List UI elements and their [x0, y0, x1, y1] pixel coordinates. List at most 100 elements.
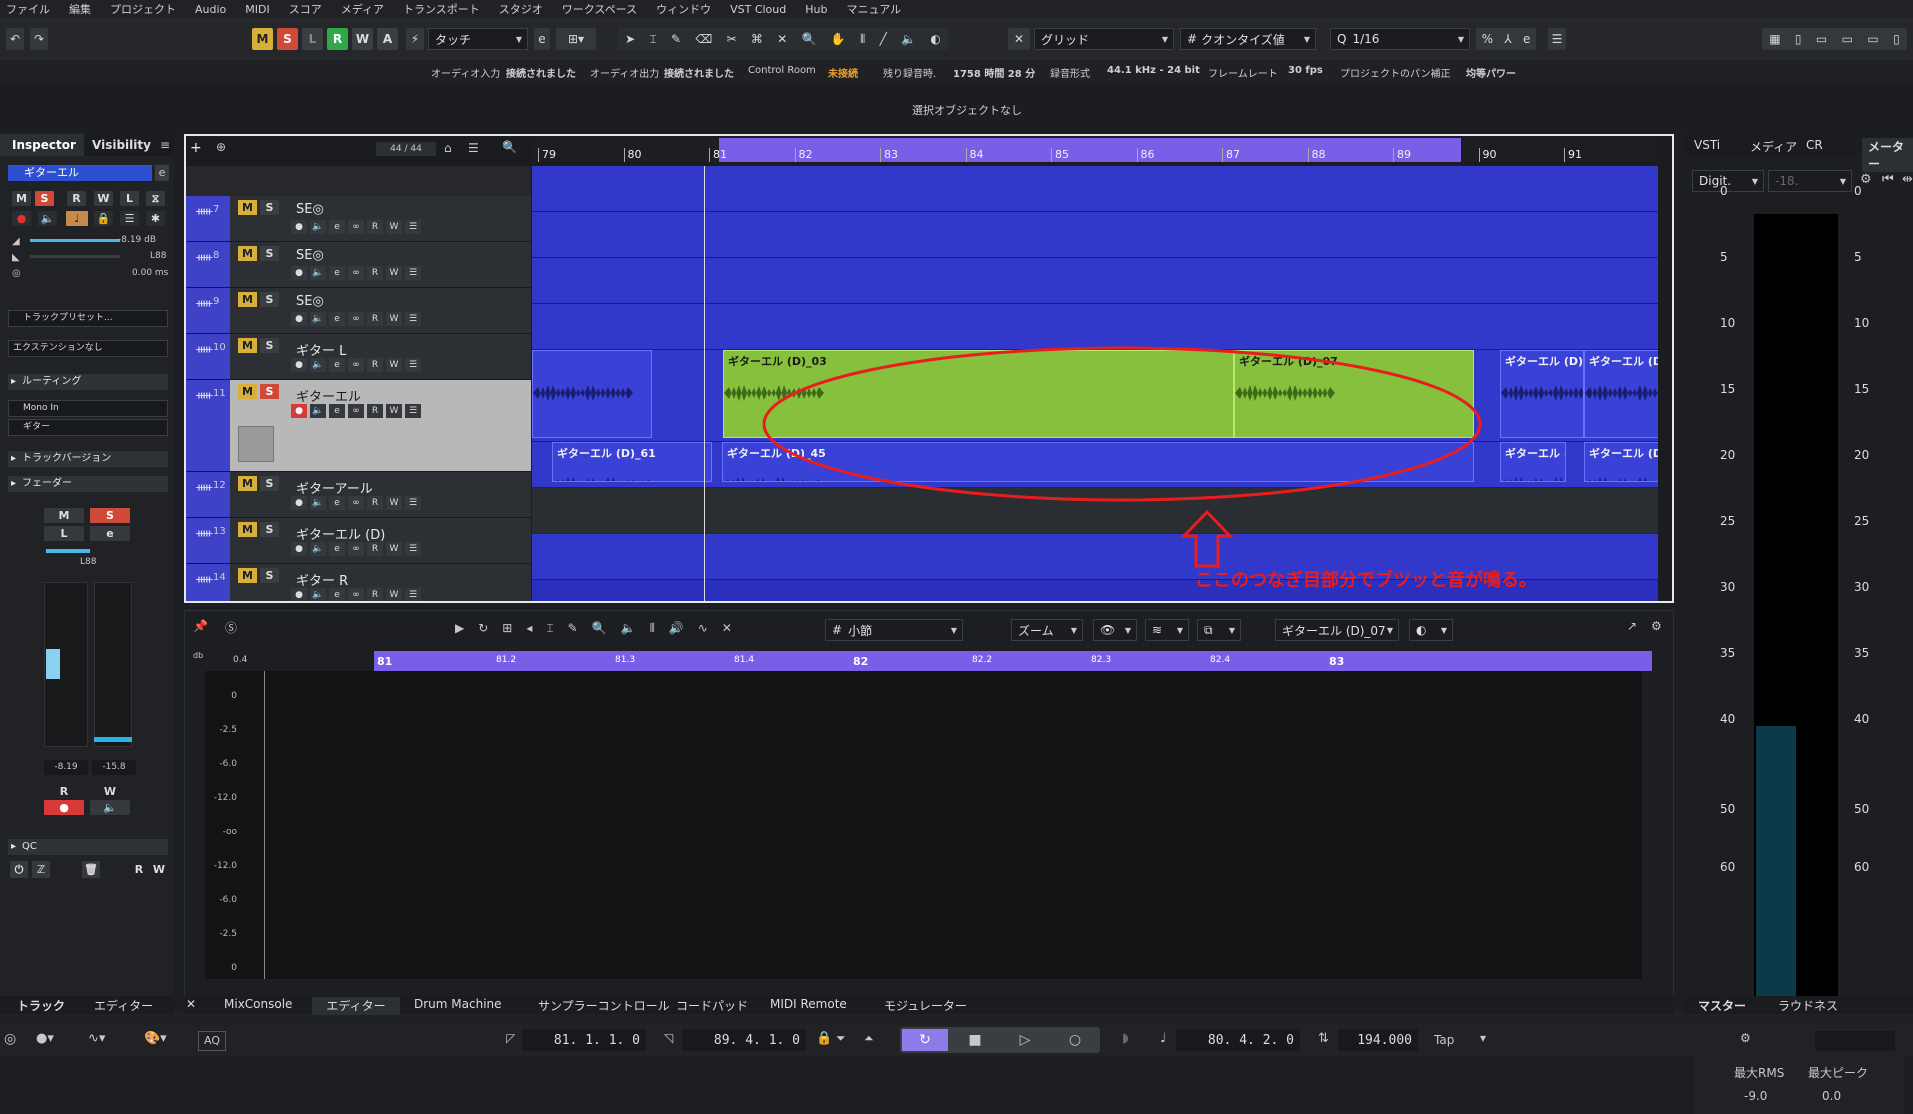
color-icon[interactable]: ◐ [930, 32, 940, 46]
pin-icon[interactable]: 📌 [193, 619, 208, 633]
percent-icon[interactable]: % [1482, 32, 1493, 46]
redo-icon[interactable]: ↷ [30, 28, 48, 50]
meter-expand-icon[interactable]: ⇹ [1902, 172, 1913, 187]
monitor-icon[interactable]: 🔈 [310, 404, 326, 418]
track-solo-button[interactable]: S [260, 568, 279, 583]
menu-item[interactable]: Hub [805, 3, 827, 16]
insp-settings-icon[interactable]: ✱ [146, 211, 165, 226]
track-mute-button[interactable]: M [238, 384, 257, 399]
menu-item[interactable]: メディア [341, 1, 384, 17]
monitor-icon[interactable]: 🔈 [310, 588, 326, 601]
mode-button[interactable]: S [277, 28, 298, 50]
automation-mode-select[interactable]: タッチ [428, 28, 528, 50]
link-lanes-icon[interactable]: ∞ [348, 312, 364, 326]
editor-speaker-icon[interactable]: 🔊 [669, 621, 684, 635]
edit-channel-icon[interactable]: e [329, 496, 345, 510]
record-enable-icon[interactable]: ● [291, 588, 307, 601]
meter-tab[interactable]: メーター [1862, 138, 1913, 172]
track-menu-icon[interactable]: ☰ [405, 266, 421, 280]
track-header[interactable]: ᚔ 11 M S ギターエル ● 🔈 e ∞ R W ☰ [186, 380, 531, 472]
insp-freeze-icon[interactable]: ⧖ [146, 191, 165, 206]
audio-event[interactable]: ギターエル (D)_07 [1500, 350, 1584, 438]
qc-read-button[interactable]: R [130, 861, 148, 878]
fader-read-button[interactable]: R [44, 784, 84, 799]
punch-in-icon[interactable]: ⏷ [836, 1031, 846, 1046]
link-lanes-icon[interactable]: ∞ [348, 220, 364, 234]
read-button[interactable]: R [367, 358, 383, 372]
tab-loudness[interactable]: ラウドネス [1778, 997, 1838, 1015]
cycle-range[interactable] [719, 138, 1461, 162]
qc-section[interactable]: QC [8, 839, 168, 855]
track-lane[interactable] [532, 488, 1658, 534]
track-header[interactable]: ᚔ 10 M S ギター L ● 🔈 e ∞ R W ☰ [186, 334, 531, 380]
punch-icon[interactable]: ◗ [1122, 1031, 1129, 1046]
menu-item[interactable]: マニュアル [846, 1, 901, 17]
read-button[interactable]: R [367, 266, 383, 280]
fader-write-button[interactable]: W [90, 784, 130, 799]
track-menu-icon[interactable]: ☰ [405, 542, 421, 556]
qc-power-icon[interactable]: ⏻ [10, 861, 28, 878]
loop-icon[interactable]: ↻ [478, 621, 488, 635]
editor-pencil-icon[interactable]: ✎ [568, 621, 578, 635]
metronome-icon[interactable]: ♩ [1160, 1031, 1166, 1046]
track-name[interactable]: SE◎ [296, 202, 324, 217]
right-locator[interactable]: 89. 4. 1. 0 [682, 1029, 806, 1051]
layout-c-icon[interactable]: ▭ [1867, 32, 1878, 46]
menu-item[interactable]: ウィンドウ [656, 1, 711, 17]
record-enable-icon[interactable]: ● [291, 542, 307, 556]
track-name[interactable]: ギターアール [296, 478, 373, 497]
fader-section[interactable]: フェーダー [8, 476, 168, 492]
editor-event-select[interactable]: ギターエル (D)_07 [1275, 619, 1399, 641]
waveform-area[interactable] [205, 671, 1642, 979]
wave-mode-icon[interactable]: ∿▾ [88, 1031, 105, 1046]
edit-channel-icon[interactable]: e [329, 588, 345, 601]
quantize-value-select[interactable]: Q 1/16 [1330, 28, 1470, 50]
fader-mute-button[interactable]: M [44, 508, 84, 523]
editor-pointer-icon[interactable]: ⊞ [502, 621, 512, 635]
track-lane[interactable] [532, 212, 1658, 258]
track-versions-section[interactable]: トラックバージョン [8, 451, 168, 467]
menu-item[interactable]: ファイル [6, 1, 50, 17]
scissors-icon[interactable]: ✂ [727, 32, 737, 46]
track-mute-button[interactable]: M [238, 522, 257, 537]
pan-slider[interactable] [30, 255, 120, 258]
audio-event[interactable]: ギターエル (D)_45 [1584, 442, 1658, 482]
mode-button[interactable]: A [377, 28, 398, 50]
tools-palette[interactable]: ➤ ⌶ ✎ ⌫ ✂ ⌘ ✕ 🔍 ✋ ⦀ ╱ 🔈 ◐ [618, 28, 948, 50]
speaker-icon[interactable]: 🔈 [901, 32, 916, 46]
editor-view-select[interactable]: 👁 [1093, 619, 1137, 641]
record-enable-icon[interactable]: ● [291, 312, 307, 326]
link-lanes-icon[interactable]: ∞ [348, 404, 364, 418]
insp-write-button[interactable]: W [94, 191, 113, 206]
editor-color-select[interactable]: ◐ [1409, 619, 1453, 641]
audio-event[interactable]: ギターエル (D)_03 [723, 350, 1234, 438]
track-lane[interactable] [532, 166, 1658, 212]
snap-toggle-icon[interactable]: ✕ [1008, 28, 1030, 50]
left-locator[interactable]: 81. 1. 1. 0 [522, 1029, 646, 1051]
mute-tool-icon[interactable]: ✕ [777, 32, 787, 46]
mode-button[interactable]: R [327, 28, 348, 50]
close-lower-zone-icon[interactable]: ✕ [186, 997, 196, 1015]
inspector-menu-icon[interactable]: ≡ [160, 138, 170, 152]
editor-snap-icon[interactable]: ✕ [722, 621, 732, 635]
write-button[interactable]: W [386, 312, 402, 326]
track-name[interactable]: ギター R [296, 570, 348, 589]
editor-warp-icon[interactable]: ⦀ [650, 621, 655, 636]
fader-handle[interactable] [46, 649, 60, 679]
timewarp-icon[interactable]: ⦀ [860, 32, 865, 47]
menu-item[interactable]: VST Cloud [730, 3, 786, 16]
track-menu-icon[interactable]: ☰ [405, 312, 421, 326]
edit-channel-icon[interactable]: e [329, 220, 345, 234]
tap-dropdown-icon[interactable]: ▾ [1480, 1031, 1486, 1045]
fader-solo-button[interactable]: S [90, 508, 130, 523]
menu-item[interactable]: スタジオ [499, 1, 543, 17]
meter-reset-icon[interactable]: ⏮ [1882, 172, 1894, 187]
menu-item[interactable]: Audio [195, 3, 226, 16]
editor-open-icon[interactable]: ↗ [1627, 619, 1637, 633]
insp-record-icon[interactable]: ● [12, 211, 31, 226]
timeline-ruler[interactable]: 79 80 81 82 83 84 85 86 87 88 89 90 91 [532, 138, 1658, 162]
link-lanes-icon[interactable]: ∞ [348, 542, 364, 556]
add-track-icon[interactable]: + [190, 140, 202, 156]
editor-mute-icon[interactable]: ◂ [526, 621, 532, 635]
insp-lanes-icon[interactable]: ☰ [120, 211, 139, 226]
